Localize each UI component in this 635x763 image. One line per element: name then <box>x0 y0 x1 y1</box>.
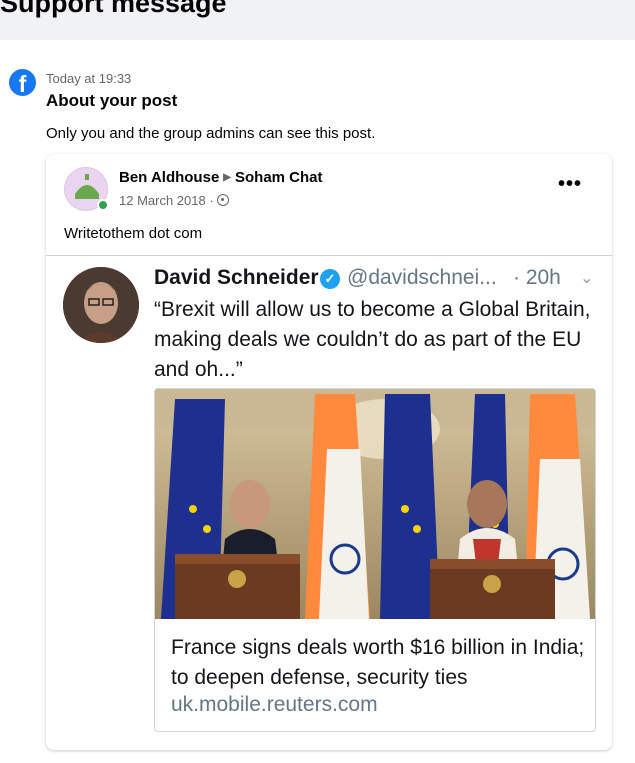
post-author-line: Ben Aldhouse ▶ Soham Chat <box>119 169 323 186</box>
caret-right-icon: ▶ <box>223 172 231 183</box>
globe-icon <box>216 194 229 206</box>
page-title: Support message <box>0 0 227 18</box>
online-status-indicator <box>97 199 109 211</box>
tweet-author-name[interactable]: David Schneider <box>154 266 319 290</box>
message-heading: About your post <box>46 91 178 110</box>
verified-badge-icon: ✓ <box>320 269 340 289</box>
link-preview-domain[interactable]: uk.mobile.reuters.com <box>171 693 378 717</box>
post-date[interactable]: 12 March 2018 · <box>119 193 214 208</box>
message-timestamp: Today at 19:33 <box>46 71 132 86</box>
chevron-down-icon[interactable]: ⌄ <box>580 268 593 288</box>
post-group-name[interactable]: Soham Chat <box>235 169 323 186</box>
post-text: Writetothem dot com <box>64 225 203 242</box>
facebook-logo-icon: f <box>9 69 36 96</box>
embedded-tweet[interactable]: David Schneider ✓ @davidschnei... · 20h … <box>46 255 612 750</box>
tweet-time[interactable]: · 20h <box>513 266 561 290</box>
link-preview-card[interactable]: France signs deals worth $16 billion in … <box>154 388 596 732</box>
tweet-text: “Brexit will allow us to become a Global… <box>154 298 591 381</box>
link-preview-image[interactable] <box>155 389 595 619</box>
more-options-button[interactable]: ••• <box>558 174 582 194</box>
link-preview-title[interactable]: France signs deals worth $16 billion in … <box>171 633 591 693</box>
message-body: Only you and the group admins can see th… <box>46 125 376 142</box>
post-meta: 12 March 2018 · <box>119 193 229 208</box>
tweet-author-avatar[interactable] <box>63 267 139 343</box>
post-author-name[interactable]: Ben Aldhouse <box>119 169 219 186</box>
tweet-handle[interactable]: @davidschnei... <box>347 266 497 290</box>
post-card: Ben Aldhouse ▶ Soham Chat 12 March 2018 · … <box>46 154 612 750</box>
